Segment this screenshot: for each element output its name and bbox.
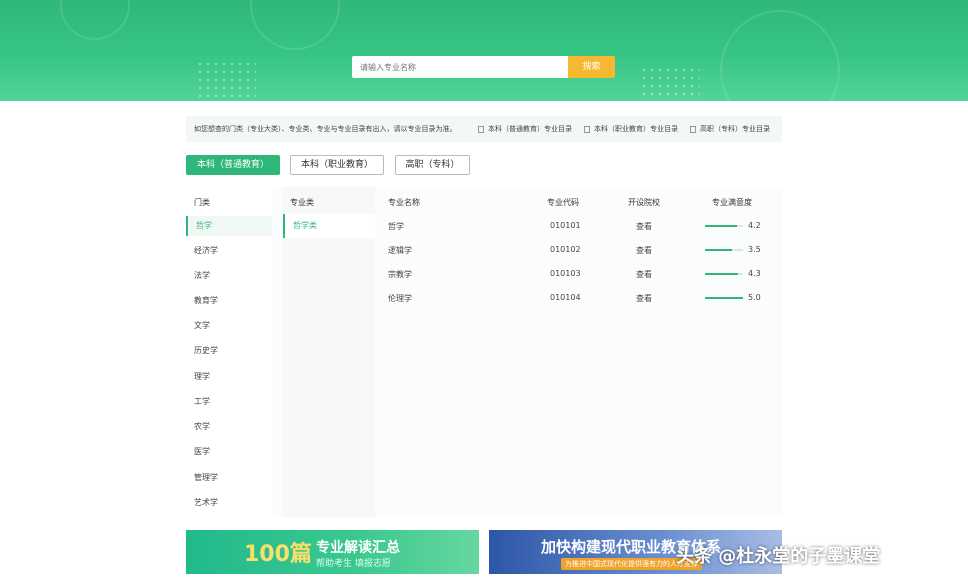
major-name: 宗教学 (388, 270, 412, 279)
tab-vocational-college[interactable]: 高职（专科） (395, 155, 470, 175)
decor-circle (720, 10, 840, 101)
header-major-name: 专业名称 (388, 198, 420, 207)
directory-link-vocational-college[interactable]: 高职（专科）专业目录 (690, 124, 770, 134)
category-item[interactable]: 文学 (186, 316, 272, 336)
major-code: 010101 (550, 221, 581, 230)
decor-circle (60, 0, 130, 40)
category-item[interactable]: 经济学 (186, 241, 272, 261)
tab-undergrad-vocational[interactable]: 本科（职业教育） (290, 155, 384, 175)
major-code: 010103 (550, 269, 581, 278)
header-major-code: 专业代码 (547, 198, 579, 207)
satisfaction-score: 4.3 (748, 269, 761, 278)
search-input[interactable] (352, 56, 568, 78)
category-item[interactable]: 农学 (186, 417, 272, 437)
document-icon (478, 125, 484, 133)
view-schools-link[interactable]: 查看 (636, 293, 652, 304)
watermark: 头条 @杜永堂的子墨课堂 (676, 546, 881, 567)
header-satisfaction: 专业满意度 (712, 198, 752, 207)
category-item[interactable]: 历史学 (186, 341, 272, 361)
decor-circle (250, 0, 340, 50)
category-item[interactable]: 艺术学 (186, 493, 272, 513)
directory-link-vocational-undergrad[interactable]: 本科（职业教育）专业目录 (584, 124, 678, 134)
major-name: 伦理学 (388, 294, 412, 303)
satisfaction-score: 5.0 (748, 293, 761, 302)
document-icon (584, 125, 590, 133)
header-subcategory: 专业类 (290, 198, 314, 207)
header-category: 门类 (194, 198, 210, 207)
subcategory-item[interactable]: 哲学类 (283, 214, 375, 238)
major-name: 哲学 (388, 222, 404, 231)
search-button[interactable]: 搜索 (568, 56, 615, 78)
decor-dots (640, 66, 700, 101)
banner-major-guides[interactable]: 100篇 专业解读汇总 帮助考生 填报志愿 (186, 530, 479, 574)
satisfaction-bar (705, 297, 743, 299)
satisfaction-bar-fill (705, 225, 737, 227)
category-item[interactable]: 工学 (186, 392, 272, 412)
view-schools-link[interactable]: 查看 (636, 221, 652, 232)
satisfaction-bar (705, 273, 743, 275)
category-item[interactable]: 哲学 (186, 216, 272, 236)
decor-dots (196, 60, 256, 100)
hero-banner (0, 0, 968, 101)
banner-subtitle: 帮助考生 填报志愿 (316, 559, 391, 569)
view-schools-link[interactable]: 查看 (636, 245, 652, 256)
satisfaction-bar-fill (705, 297, 743, 299)
tab-undergrad-general[interactable]: 本科（普通教育） (186, 155, 280, 175)
banner-number: 100篇 (244, 542, 312, 567)
satisfaction-bar-fill (705, 273, 738, 275)
directory-link-undergrad[interactable]: 本科（普通教育）专业目录 (478, 124, 572, 134)
satisfaction-score: 3.5 (748, 245, 761, 254)
satisfaction-bar (705, 225, 743, 227)
banner-title: 专业解读汇总 (316, 540, 400, 556)
satisfaction-bar (705, 249, 743, 251)
document-icon (690, 125, 696, 133)
major-name: 逻辑学 (388, 246, 412, 255)
info-text: 如您想查的门类（专业大类）、专业类、专业与专业目录有出入，请以专业目录为准。 (194, 125, 457, 133)
major-code: 010104 (550, 293, 581, 302)
category-item[interactable]: 理学 (186, 367, 272, 387)
category-item[interactable]: 医学 (186, 442, 272, 462)
major-code: 010102 (550, 245, 581, 254)
header-schools: 开设院校 (628, 198, 660, 207)
category-item[interactable]: 教育学 (186, 291, 272, 311)
satisfaction-score: 4.2 (748, 221, 761, 230)
category-item[interactable]: 管理学 (186, 468, 272, 488)
view-schools-link[interactable]: 查看 (636, 269, 652, 280)
info-bar: 如您想查的门类（专业大类）、专业类、专业与专业目录有出入，请以专业目录为准。 本… (186, 116, 782, 142)
major-table-panel (186, 187, 782, 517)
satisfaction-bar-fill (705, 249, 732, 251)
category-item[interactable]: 法学 (186, 266, 272, 286)
